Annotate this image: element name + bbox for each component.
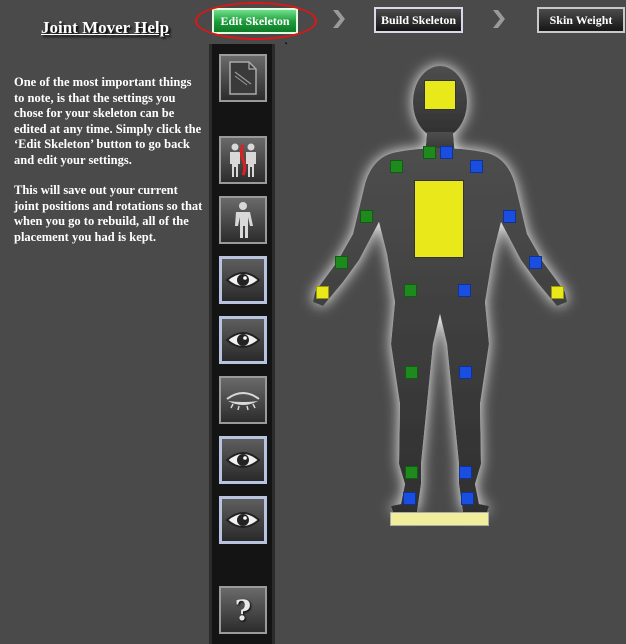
toe-joint-left[interactable] xyxy=(403,492,416,505)
annotation-ellipse xyxy=(195,2,317,40)
upperarm-joint-left[interactable] xyxy=(360,210,373,223)
toe-joint-right[interactable] xyxy=(461,492,474,505)
eye-button-3[interactable] xyxy=(219,436,267,484)
eye-button-4[interactable] xyxy=(219,496,267,544)
skin-weight-button[interactable]: Skin Weight xyxy=(537,7,625,33)
mirror-button[interactable] xyxy=(219,136,267,184)
help-text: One of the most important things to note… xyxy=(14,75,204,260)
help-title: Joint Mover Help xyxy=(41,18,170,37)
hand-joint-right[interactable] xyxy=(551,286,564,299)
neck-joint-left[interactable] xyxy=(423,146,436,159)
root-joint[interactable] xyxy=(390,512,489,526)
ankle-joint-left[interactable] xyxy=(405,466,418,479)
body-button[interactable] xyxy=(219,196,267,244)
chevron-right-icon xyxy=(333,10,345,28)
closed-eye-icon xyxy=(226,392,260,411)
eye-icon xyxy=(225,452,261,468)
thigh-joint-right[interactable] xyxy=(458,284,471,297)
body-icon xyxy=(235,202,253,238)
help-button[interactable]: ? xyxy=(219,586,267,634)
template-icon xyxy=(229,61,257,95)
hand-joint-left[interactable] xyxy=(316,286,329,299)
clavicle-joint-left[interactable] xyxy=(390,160,403,173)
build-skeleton-button[interactable]: Build Skeleton xyxy=(374,7,463,33)
help-paragraph-2: This will save out your current joint po… xyxy=(14,183,203,244)
elbow-joint-right[interactable] xyxy=(529,256,542,269)
eye-icon xyxy=(225,272,261,288)
knee-joint-right[interactable] xyxy=(459,366,472,379)
eye-icon xyxy=(225,512,261,528)
clavicle-joint-right[interactable] xyxy=(470,160,483,173)
spine-joint[interactable] xyxy=(414,180,464,258)
mirror-body-icon xyxy=(230,143,256,177)
chevron-right-icon xyxy=(493,10,505,28)
knee-joint-left[interactable] xyxy=(405,366,418,379)
head-joint[interactable] xyxy=(424,80,456,110)
ankle-joint-right[interactable] xyxy=(459,466,472,479)
template-button[interactable] xyxy=(219,54,267,102)
eye-button-1[interactable] xyxy=(219,256,267,304)
neck-joint-right[interactable] xyxy=(440,146,453,159)
hide-button[interactable] xyxy=(219,376,267,424)
eye-icon xyxy=(225,332,261,348)
skeleton-viewport xyxy=(275,44,626,644)
thigh-joint-left[interactable] xyxy=(404,284,417,297)
elbow-joint-left[interactable] xyxy=(335,256,348,269)
eye-button-2[interactable] xyxy=(219,316,267,364)
body-silhouette xyxy=(313,66,567,512)
help-paragraph-1: One of the most important things to note… xyxy=(14,75,202,167)
help-icon: ? xyxy=(234,593,252,627)
upperarm-joint-right[interactable] xyxy=(503,210,516,223)
